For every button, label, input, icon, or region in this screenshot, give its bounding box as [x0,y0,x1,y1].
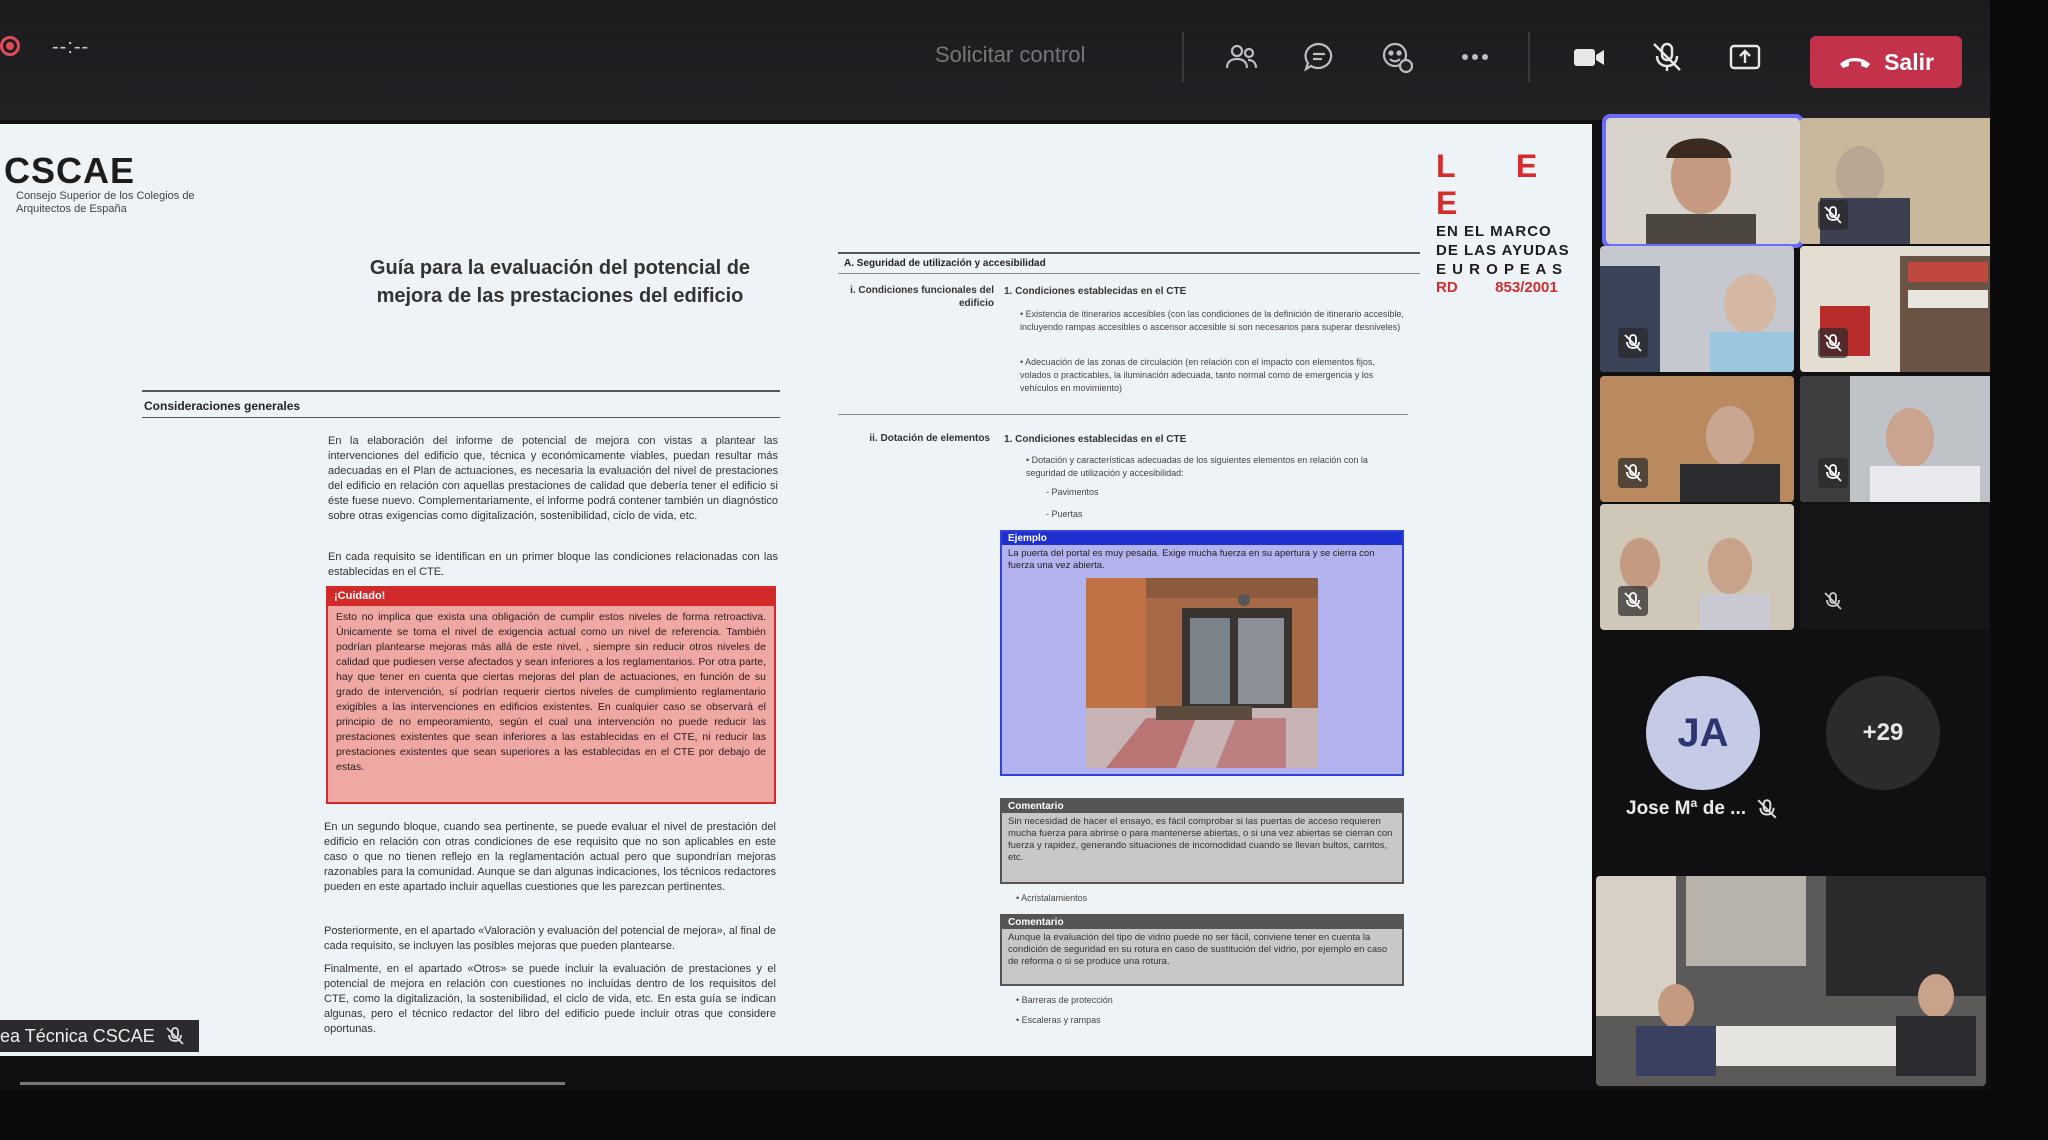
caution-title: ¡Cuidado! [328,588,774,606]
leave-label: Salir [1884,48,1934,75]
recording-indicator-icon [0,36,20,56]
muted-indicator-icon [1618,458,1648,488]
paragraph: Finalmente, en el apartado «Otros» se pu… [324,963,776,1035]
comment-text: Aunque la evaluación del tipo de vidrio … [1008,932,1388,967]
more-options-icon[interactable] [1456,38,1494,76]
lee-line: EN EL MARCO [1436,223,1552,240]
muted-indicator-icon [1818,458,1848,488]
leave-button[interactable]: Salir [1810,36,1962,88]
toolbar-divider [1528,32,1530,82]
sub-bullet-item: - Puertas [1046,509,1083,519]
paragraph: En la elaboración del informe de potenci… [328,435,778,522]
cscae-logo: CSCAE [4,150,136,191]
video-tile[interactable] [1600,376,1794,502]
video-tile[interactable] [1800,246,1994,372]
reactions-icon[interactable] [1378,38,1416,76]
request-control-button[interactable]: Solicitar control [935,42,1085,68]
shared-screen: CSCAE Consejo Superior de los Colegios d… [0,124,1592,1056]
example-title: Ejemplo [1002,532,1402,545]
microphone-muted-icon [1756,798,1778,825]
lee-letters: L E E [1436,148,1564,221]
divider [142,417,780,418]
muted-indicator-icon [1618,328,1648,358]
participant-name: Jose Mª de ... [1626,798,1747,819]
camera-icon[interactable] [1570,38,1608,76]
video-tile[interactable] [1800,118,1994,244]
meeting-timer: --:-- [52,36,90,58]
participant-avatar[interactable]: JA [1646,676,1760,790]
caution-text: Esto no implica que exista una obligació… [336,611,766,773]
bullet-item: • Existencia de itinerarios accesibles (… [1020,309,1404,332]
muted-indicator-icon [1818,328,1848,358]
example-box: Ejemplo La puerta del portal es muy pesa… [1000,530,1404,776]
video-tile[interactable] [1800,376,1994,502]
caution-box: ¡Cuidado! Esto no implica que exista una… [326,586,776,804]
comment-title: Comentario [1002,800,1402,813]
paragraph: En un segundo bloque, cuando sea pertine… [324,821,776,893]
document-title: Guía para la evaluación del potencial de… [369,257,751,307]
right-section-heading: A. Seguridad de utilización y accesibili… [838,252,1420,274]
subheading: 1. Condiciones establecidas en el CTE [1004,286,1187,297]
monitor-bezel [1990,0,2048,1140]
video-tile-camera-off[interactable] [1800,504,1994,630]
lee-line: E U R O P E A S [1436,261,1563,278]
comment-box: Comentario Sin necesidad de hacer el ens… [1000,798,1404,884]
comment-box: Comentario Aunque la evaluación del tipo… [1000,914,1404,986]
logo-subtitle: Consejo Superior de los Colegios de Arqu… [16,190,195,215]
share-progress-bar [20,1082,565,1085]
sub-bullet-item: - Pavimentos [1046,487,1099,497]
presenter-name: ea Técnica CSCAE [0,1025,155,1046]
lee-rd: RD 853/2001 [1436,279,1558,296]
muted-indicator-icon [1818,586,1848,616]
phone-hangup-icon [1840,58,1871,68]
more-participants-button[interactable]: +29 [1826,676,1940,790]
toolbar-divider [1182,32,1184,82]
paragraph: En cada requisito se identifican en un p… [328,551,778,578]
bullet-item: • Adecuación de las zonas de circulación… [1020,357,1375,393]
bullet-item: • Dotación y características adecuadas d… [1026,455,1368,478]
microphone-muted-icon [166,1027,184,1045]
row-label: ii. Dotación de elementos [869,433,990,444]
lee-line: DE LAS AYUDAS [1436,242,1570,259]
meeting-toolbar: --:-- Solicitar control Salir [0,0,2010,120]
video-tile[interactable] [1600,504,1794,630]
microphone-muted-icon[interactable] [1648,38,1686,76]
comment-text: Sin necesidad de hacer el ensayo, es fác… [1008,816,1393,863]
section-heading: Consideraciones generales [144,399,301,413]
video-tile-room[interactable] [1596,876,1986,1086]
door-photo [1086,578,1318,768]
lee-badge: L E E EN EL MARCO DE LAS AYUDAS E U R O … [1436,148,1581,296]
bullet-item: • Acristalamientos [1016,893,1088,903]
muted-indicator-icon [1818,200,1848,230]
paragraph: Posteriormente, en el apartado «Valoraci… [324,925,776,952]
subheading: 1. Condiciones establecidas en el CTE [1004,434,1187,445]
bullet-item: • Barreras de protección [1016,995,1113,1005]
divider [838,414,1408,415]
video-tile[interactable] [1600,246,1794,372]
bullet-item: • Escaleras y rampas [1016,1015,1101,1025]
video-tile-active-speaker[interactable] [1602,114,1804,248]
muted-indicator-icon [1618,586,1648,616]
example-text: La puerta del portal es muy pesada. Exig… [1008,548,1375,571]
share-screen-icon[interactable] [1726,38,1764,76]
monitor-bezel [0,1090,2048,1140]
comment-title: Comentario [1002,916,1402,929]
divider [142,390,780,392]
chat-icon[interactable] [1300,38,1338,76]
row-label: i. Condiciones funcionales del edificio [850,285,994,309]
participants-icon[interactable] [1222,38,1260,76]
presenter-name-tag: ea Técnica CSCAE [0,1020,199,1052]
